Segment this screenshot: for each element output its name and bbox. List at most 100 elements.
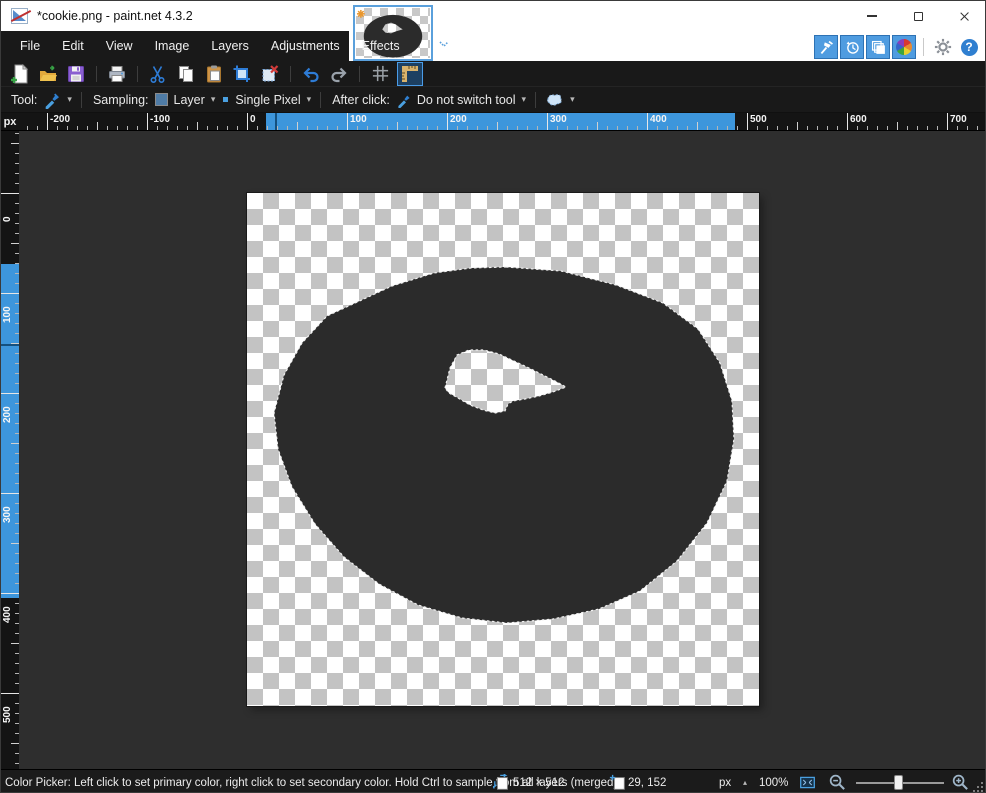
open-folder-icon [40,64,57,81]
menu-view[interactable]: View [95,31,144,61]
separator [923,38,924,56]
sampling-swatch-icon [154,93,168,106]
settings-button[interactable] [931,35,955,59]
layers-icon [871,40,885,54]
image-list-chevron-icon[interactable] [438,39,450,49]
scissors-icon [150,65,165,83]
selection-clipping-icon[interactable] [545,91,564,108]
v-ruler-label: 500 [2,706,13,723]
sampling-dropdown-arrow[interactable]: ▾ [211,94,216,105]
vertical-ruler: 0 100 200 300 400 500 [1,131,19,769]
close-button[interactable] [941,1,985,31]
h-ruler-label: 0 [250,114,256,125]
zoom-in-button[interactable] [951,770,970,792]
copy-icon [179,65,193,82]
redo-button[interactable] [328,63,350,85]
deselect-button[interactable] [259,63,281,85]
canvas[interactable] [247,193,759,706]
workspace [19,131,985,769]
horizontal-ruler: -200 -100 0 100 200 300 400 500 600 700 [19,113,985,131]
v-ruler-label: 100 [2,306,13,323]
window-controls [849,1,985,31]
tool-options-bar: Tool: ▾ Sampling: Layer ▾ Single Pixel ▾… [1,87,985,113]
zoom-level-value[interactable]: 100% [759,770,788,792]
new-file-icon [11,63,29,83]
hammer-icon [820,40,833,54]
open-button[interactable] [37,63,59,85]
unit-selector[interactable]: px [719,770,731,792]
title-bar: *cookie.png - paint.net 4.3.2 [1,1,985,31]
after-click-dropdown-arrow[interactable]: ▾ [522,94,527,105]
minimize-button[interactable] [849,1,895,31]
h-ruler-label: 600 [850,114,867,125]
separator [320,91,322,108]
grid-toggle-button[interactable] [369,63,391,85]
cut-button[interactable] [147,63,169,85]
history-clock-icon [846,41,859,54]
zoom-out-button[interactable] [828,770,847,792]
undo-icon [303,67,319,82]
h-ruler-label: -200 [50,114,71,125]
unsaved-star-icon [356,9,365,18]
unit-caret-icon[interactable]: ▴ [743,770,747,792]
v-ruler-ticks [1,131,19,769]
tools-window-toggle[interactable] [814,35,838,59]
menu-adjustments[interactable]: Adjustments [260,31,351,61]
menu-file[interactable]: File [9,31,51,61]
after-click-value[interactable]: Do not switch tool [417,93,516,107]
crop-icon [233,65,250,82]
history-window-toggle[interactable] [840,35,864,59]
save-floppy-icon [68,65,84,82]
cursor-position-value: 29, 152 [628,776,667,789]
maximize-button[interactable] [895,1,941,31]
v-ruler-label: 400 [2,606,13,623]
h-ruler-label: 100 [350,114,367,125]
layers-window-toggle[interactable] [866,35,890,59]
cookie-shape-with-selection [273,266,735,624]
cursor-position-icon [609,770,627,792]
rulers-toggle-button[interactable] [397,61,423,86]
print-button[interactable] [106,63,128,85]
image-size-icon [493,770,511,792]
status-bar: Color Picker: Left click to set primary … [1,769,985,792]
copy-button[interactable] [175,63,197,85]
rulers-icon [402,65,418,82]
pixel-mode-value[interactable]: Single Pixel [235,93,300,107]
after-click-picker-icon [398,95,410,108]
undo-button[interactable] [300,63,322,85]
pixel-mode-dropdown-arrow[interactable]: ▾ [307,94,312,105]
menu-effects[interactable]: Effects [351,31,411,61]
h-ruler-label: -100 [150,114,171,125]
colors-window-toggle[interactable] [892,35,916,59]
separator [80,91,82,108]
separator [535,91,537,108]
paste-button[interactable] [203,63,225,85]
h-ruler-label: 200 [450,114,467,125]
help-button[interactable]: ? [957,35,981,59]
menu-layers[interactable]: Layers [200,31,260,61]
toolbar [1,61,985,87]
color-picker-tool-icon[interactable] [43,91,61,109]
utility-buttons: ? [814,34,981,60]
separator [290,65,291,82]
tool-label: Tool: [11,92,38,107]
menu-edit[interactable]: Edit [51,31,95,61]
sampling-value[interactable]: Layer [174,93,205,107]
tool-dropdown-arrow[interactable]: ▾ [67,94,72,105]
v-ruler-label: 300 [2,506,13,523]
v-ruler-label: 200 [2,406,13,423]
zoom-to-window-button[interactable] [799,770,816,792]
ruler-unit-label: px [1,113,19,131]
deselect-icon [262,64,279,81]
separator [359,65,360,82]
h-ruler-label: 700 [950,114,967,125]
zoom-slider-thumb[interactable] [894,775,903,790]
selection-dropdown-arrow[interactable]: ▾ [570,94,575,105]
crop-button[interactable] [231,63,253,85]
resize-grip[interactable] [972,780,985,792]
save-button[interactable] [65,63,87,85]
menu-image[interactable]: Image [144,31,201,61]
paintnet-window: *cookie.png - paint.net 4.3.2 ? File Edi… [0,0,986,793]
new-button[interactable] [9,63,31,85]
gear-icon [934,38,952,56]
